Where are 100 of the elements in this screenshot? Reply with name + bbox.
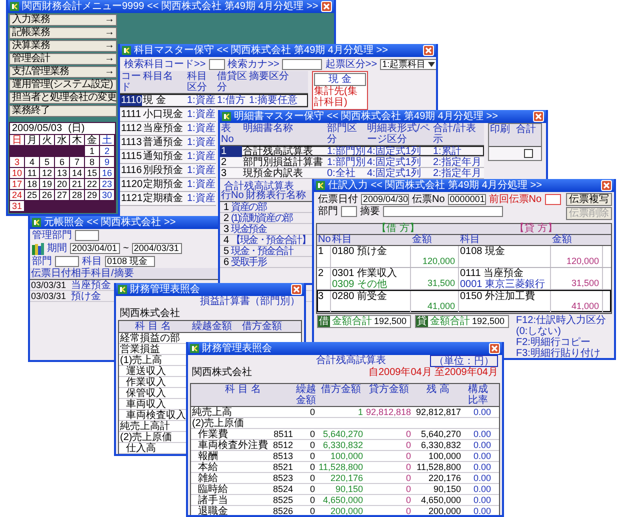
table-row[interactable]: 1120定期預金 1:資産 (120, 178, 216, 192)
calendar-day[interactable]: 30 (100, 190, 115, 201)
calendar-day[interactable]: 5 (40, 157, 55, 168)
menu-button[interactable]: 入力業務 → (9, 14, 117, 26)
menu-button[interactable]: 運用管理(システム設定) (9, 79, 117, 91)
input-field[interactable] (544, 194, 561, 204)
window-title: 財務管理表照会 (202, 343, 272, 354)
table-row[interactable]: 1113普通預金 1:資産 (120, 136, 216, 150)
calendar-day[interactable]: 10 (10, 168, 25, 179)
table-cell-text: 車両検査外注費 (197, 440, 269, 450)
calendar-day[interactable]: 7 (70, 157, 85, 168)
input-field[interactable]: 2004/03/31 (132, 243, 182, 254)
calendar-day[interactable]: 26 (40, 190, 55, 201)
table-cell-text: 6,330,832 (420, 440, 462, 450)
table-row[interactable]: 1 合計残高試算表 1:部門別 4:固定式1列 1:累計 (220, 146, 484, 157)
menu-button[interactable]: 記帳業務 → (9, 27, 117, 39)
calendar-day[interactable]: 1 (85, 146, 100, 157)
calendar-day[interactable]: 13 (55, 168, 70, 179)
table-cell: 1:資産 (186, 179, 216, 190)
calendar-day[interactable]: 8 (85, 157, 100, 168)
table-cell-text: 現預金内訳表 (242, 168, 304, 178)
side-header: 【貸 方】 (514, 224, 558, 234)
table-row[interactable]: 1112 当座預金 1:資産 (120, 122, 216, 136)
input-field[interactable] (383, 206, 503, 216)
table-cell-text: 経常損益の部 (119, 333, 181, 343)
input-field[interactable] (75, 230, 99, 241)
table-cell-text: 臨時給 (197, 484, 229, 494)
close-button[interactable] (321, 1, 332, 12)
input-field[interactable] (341, 206, 357, 216)
table-cell-text: 4:固定式1列 (366, 146, 422, 156)
action-button[interactable]: 伝票複写 (566, 193, 612, 206)
table-row[interactable]: 1115通知預金 1:資産 (120, 150, 216, 164)
input-field[interactable] (55, 256, 79, 267)
calendar-day[interactable]: 15 (85, 168, 100, 179)
table-cell-text: 200,000 (329, 506, 364, 515)
table-row[interactable]: 1116別段預金 1:資産 (120, 164, 216, 178)
calendar-day[interactable]: 29 (85, 190, 100, 201)
calendar-day[interactable]: 19 (40, 179, 55, 190)
calendar-day[interactable]: 31 (10, 201, 25, 212)
calendar-day[interactable]: 24 (10, 190, 25, 201)
calendar-day[interactable]: 18 (25, 179, 40, 190)
table-cell-text: 運送収入 (125, 366, 167, 376)
calendar-day[interactable]: 9 (100, 157, 115, 168)
dropdown-field[interactable]: 1:起票科目 (380, 58, 436, 70)
calendar-day[interactable]: 17 (10, 179, 25, 190)
column-header: 摘要区分 (248, 71, 290, 84)
table-row[interactable]: 1121定期積金 1:資産 (120, 192, 216, 206)
calendar-day[interactable]: 6 (55, 157, 70, 168)
calendar-day[interactable]: 3 (10, 157, 25, 168)
table-cell-text: 3 (222, 224, 230, 234)
menu-button[interactable]: 業務終了 (9, 105, 117, 117)
close-button[interactable] (489, 343, 500, 354)
app-icon (122, 46, 131, 55)
calendar-day[interactable]: 22 (85, 179, 100, 190)
calendar-day[interactable]: 14 (70, 168, 85, 179)
calendar-day[interactable]: 25 (25, 190, 40, 201)
table-row[interactable]: 3 現預金内訳表 0:全社 4:固定式1列 2:指定年月 (220, 168, 484, 179)
calendar-day[interactable]: 2 (100, 146, 115, 157)
calendar-day[interactable]: 12 (40, 168, 55, 179)
close-button[interactable] (533, 111, 544, 122)
side-mark: 貸 (416, 316, 428, 327)
table-cell: 当座預金 (70, 280, 110, 290)
table-cell-text: 8511 (272, 429, 294, 439)
table-cell-text: 別段預金 (142, 165, 184, 176)
input-field[interactable]: 0108 現金 (105, 256, 155, 267)
input-field[interactable]: 2003/04/01 (70, 243, 120, 254)
table-row[interactable]: 1 0180 預け金 120,000 0108 現金 120,000 (317, 246, 611, 268)
input-field[interactable]: 0000001 (448, 194, 486, 204)
calendar-day[interactable]: 4 (25, 157, 40, 168)
table-cell: 【現金・預金合計】 (230, 235, 312, 245)
table-row[interactable]: 2 0301 作業収入 0309 その他 31,500 0111 当座預金 0001 東京三菱銀行 31,500 (317, 268, 611, 290)
table-row[interactable]: 1111 小口現金 1:資産 (120, 108, 216, 122)
calendar-day[interactable]: 21 (70, 179, 85, 190)
table-row[interactable]: 3 0280 前受金 41,000 0150 外注加工費 41,000 (317, 290, 611, 313)
table-cell-text: 純売上高計 (119, 421, 171, 431)
calendar-day[interactable]: 16 (100, 168, 115, 179)
menu-button[interactable]: 担当者と処理会社の変更 (9, 92, 117, 104)
table-row[interactable]: 2 部門別損益計算書 1:部門別 4:固定式1列 2:指定年月 (220, 157, 484, 168)
table-cell-text: 3 (220, 168, 228, 178)
menu-button[interactable]: 支払管理業務 → (9, 66, 117, 78)
input-field[interactable] (282, 58, 322, 70)
menu-button[interactable]: 管理会計 → (9, 53, 117, 65)
table-cell-text: 4:固定式1列 (366, 168, 422, 178)
close-button[interactable] (423, 45, 434, 56)
table-cell: 1:資産 (186, 165, 216, 176)
input-field[interactable]: 2009/04/30 (361, 194, 409, 204)
close-button[interactable] (291, 284, 302, 295)
checkbox[interactable] (524, 149, 532, 158)
close-button[interactable] (601, 180, 612, 191)
calendar-day[interactable]: 27 (55, 190, 70, 201)
table-row[interactable]: 1110現 金 1:資産 1:借方 1:摘要任意 (120, 94, 308, 108)
menu-button[interactable]: 決算業務 → (9, 40, 117, 52)
calendar-day[interactable]: 20 (55, 179, 70, 190)
calendar-day[interactable]: 11 (25, 168, 40, 179)
calendar-day[interactable]: 28 (70, 190, 85, 201)
weekday-label: 月 (25, 135, 40, 146)
table-cell-text: 定期積金 (143, 193, 184, 204)
input-field[interactable] (208, 58, 225, 70)
calendar-day[interactable]: 23 (100, 179, 115, 190)
table-cell-text: 0:全社 (326, 168, 356, 178)
